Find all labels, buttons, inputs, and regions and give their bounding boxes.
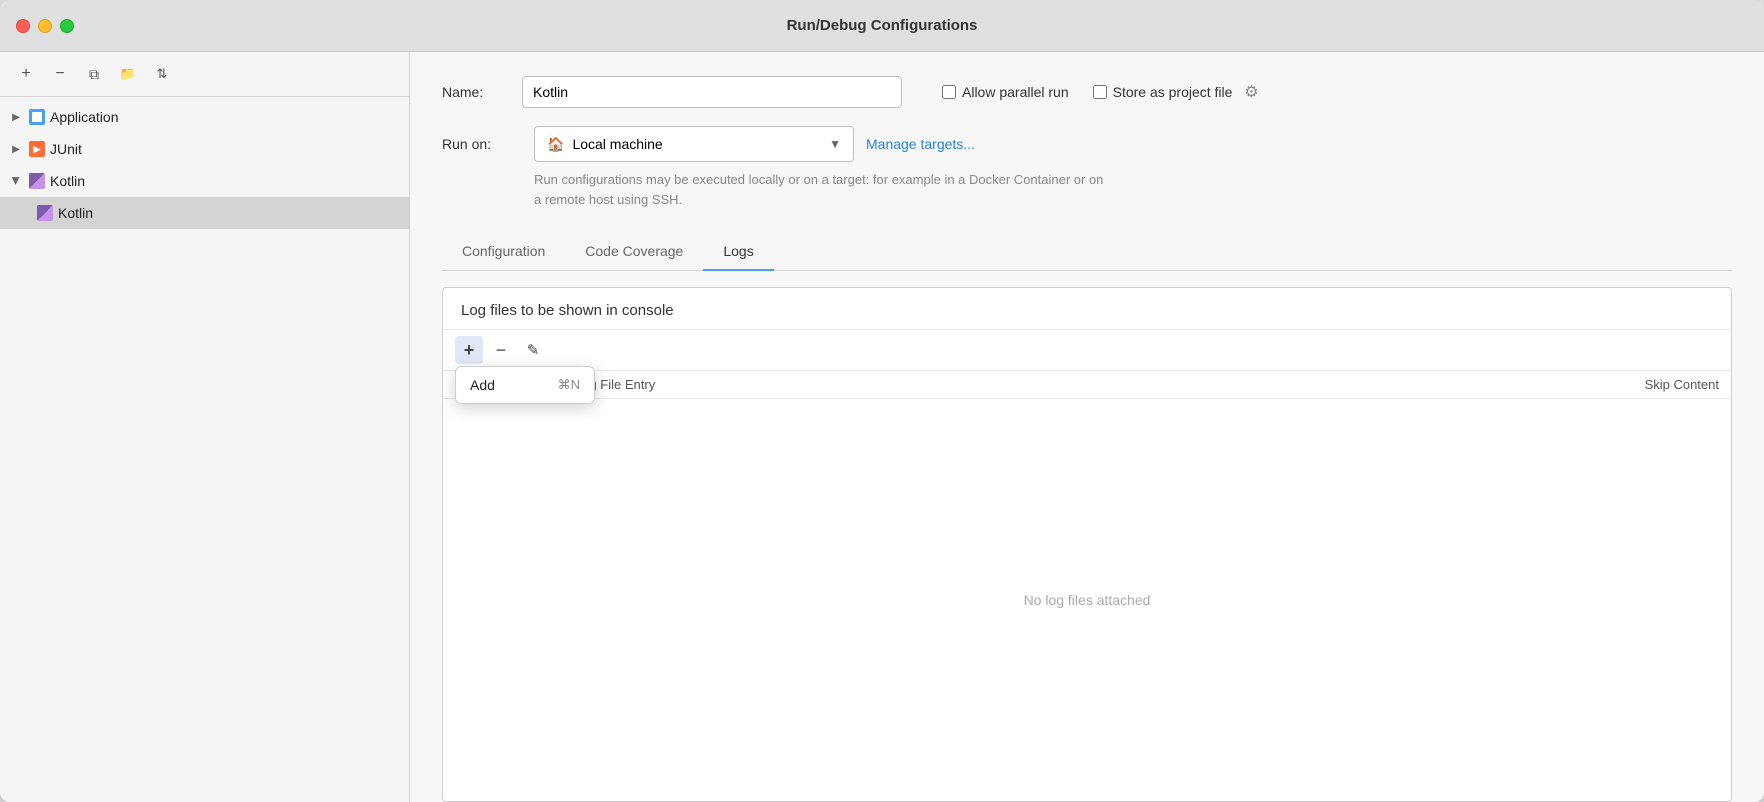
- sidebar-item-kotlin[interactable]: Kotlin: [0, 197, 409, 229]
- traffic-lights: [16, 19, 74, 33]
- col-log-file-entry: Log File Entry: [575, 377, 1579, 392]
- name-label: Name:: [442, 84, 522, 100]
- sidebar-item-label-application: Application: [50, 109, 119, 125]
- header-checkboxes: Allow parallel run Store as project file…: [942, 83, 1260, 101]
- expand-arrow-junit: ▶: [8, 141, 24, 157]
- remove-config-button[interactable]: −: [46, 60, 74, 88]
- window: Run/Debug Configurations + − ⧉ 📁 ⇅ ▶ App…: [0, 0, 1764, 802]
- move-config-button[interactable]: 📁: [114, 60, 142, 88]
- run-on-select-inner: 🏠 Local machine: [547, 136, 821, 153]
- run-on-row: Run on: 🏠 Local machine ▼ Manage targets…: [442, 126, 1732, 162]
- home-icon: 🏠: [547, 136, 564, 153]
- window-title: Run/Debug Configurations: [787, 17, 978, 34]
- popup-add-label: Add: [470, 377, 495, 393]
- log-panel: Log files to be shown in console + − ✎ A…: [442, 287, 1732, 802]
- tab-configuration[interactable]: Configuration: [442, 233, 565, 271]
- popup-menu: Add ⌘N: [455, 366, 595, 404]
- kotlin-group-icon: [28, 172, 46, 190]
- allow-parallel-label: Allow parallel run: [962, 84, 1069, 100]
- log-empty-state: No log files attached: [443, 399, 1731, 801]
- log-toolbar: + − ✎ Add ⌘N: [443, 330, 1731, 371]
- store-as-project-item: Store as project file ⚙: [1093, 83, 1261, 101]
- popup-add-item[interactable]: Add ⌘N: [456, 371, 594, 399]
- popup-add-shortcut: ⌘N: [558, 377, 580, 393]
- tab-code-coverage[interactable]: Code Coverage: [565, 233, 703, 271]
- log-columns: Is Active Log File Entry Skip Content: [443, 371, 1731, 399]
- store-as-project-checkbox[interactable]: [1093, 85, 1107, 99]
- maximize-button[interactable]: [60, 19, 74, 33]
- log-add-button[interactable]: +: [455, 336, 483, 364]
- sidebar-item-junit[interactable]: ▶ ▶ JUnit: [0, 133, 409, 165]
- run-on-label: Run on:: [442, 136, 522, 152]
- store-as-project-label: Store as project file: [1113, 84, 1233, 100]
- sort-config-button[interactable]: ⇅: [148, 60, 176, 88]
- kotlin-icon: [36, 204, 54, 222]
- sidebar-item-label-kotlin: Kotlin: [58, 205, 93, 221]
- manage-targets-link[interactable]: Manage targets...: [866, 136, 975, 152]
- allow-parallel-item: Allow parallel run: [942, 84, 1069, 100]
- dropdown-arrow-icon: ▼: [829, 137, 841, 151]
- log-panel-header: Log files to be shown in console: [443, 288, 1731, 330]
- sidebar-item-application[interactable]: ▶ Application: [0, 101, 409, 133]
- tab-logs[interactable]: Logs: [703, 233, 773, 271]
- copy-config-button[interactable]: ⧉: [80, 60, 108, 88]
- add-config-button[interactable]: +: [12, 60, 40, 88]
- gear-icon[interactable]: ⚙: [1242, 83, 1260, 101]
- sidebar: + − ⧉ 📁 ⇅ ▶ Application ▶: [0, 52, 410, 802]
- col-skip-content: Skip Content: [1579, 377, 1719, 392]
- content-area: + − ⧉ 📁 ⇅ ▶ Application ▶: [0, 52, 1764, 802]
- sidebar-item-kotlin-group[interactable]: ▶ Kotlin: [0, 165, 409, 197]
- expand-arrow-application: ▶: [8, 109, 24, 125]
- sidebar-item-label-kotlin-group: Kotlin: [50, 173, 85, 189]
- log-remove-button[interactable]: −: [487, 336, 515, 364]
- hint-text: Run configurations may be executed local…: [534, 170, 1114, 209]
- titlebar: Run/Debug Configurations: [0, 0, 1764, 52]
- name-input[interactable]: [522, 76, 902, 108]
- sidebar-item-label-junit: JUnit: [50, 141, 82, 157]
- sidebar-tree: ▶ Application ▶ ▶ JUnit ▶: [0, 97, 409, 802]
- log-edit-button[interactable]: ✎: [519, 336, 547, 364]
- app-icon: [28, 108, 46, 126]
- tabs: Configuration Code Coverage Logs: [442, 233, 1732, 271]
- run-on-dropdown[interactable]: 🏠 Local machine ▼: [534, 126, 854, 162]
- expand-arrow-kotlin: ▶: [8, 173, 24, 189]
- minimize-button[interactable]: [38, 19, 52, 33]
- run-on-value: Local machine: [572, 136, 662, 152]
- main-panel: Name: Allow parallel run Store as projec…: [410, 52, 1764, 802]
- sidebar-toolbar: + − ⧉ 📁 ⇅: [0, 52, 409, 97]
- allow-parallel-checkbox[interactable]: [942, 85, 956, 99]
- close-button[interactable]: [16, 19, 30, 33]
- junit-icon: ▶: [28, 140, 46, 158]
- name-row: Name: Allow parallel run Store as projec…: [442, 76, 1732, 108]
